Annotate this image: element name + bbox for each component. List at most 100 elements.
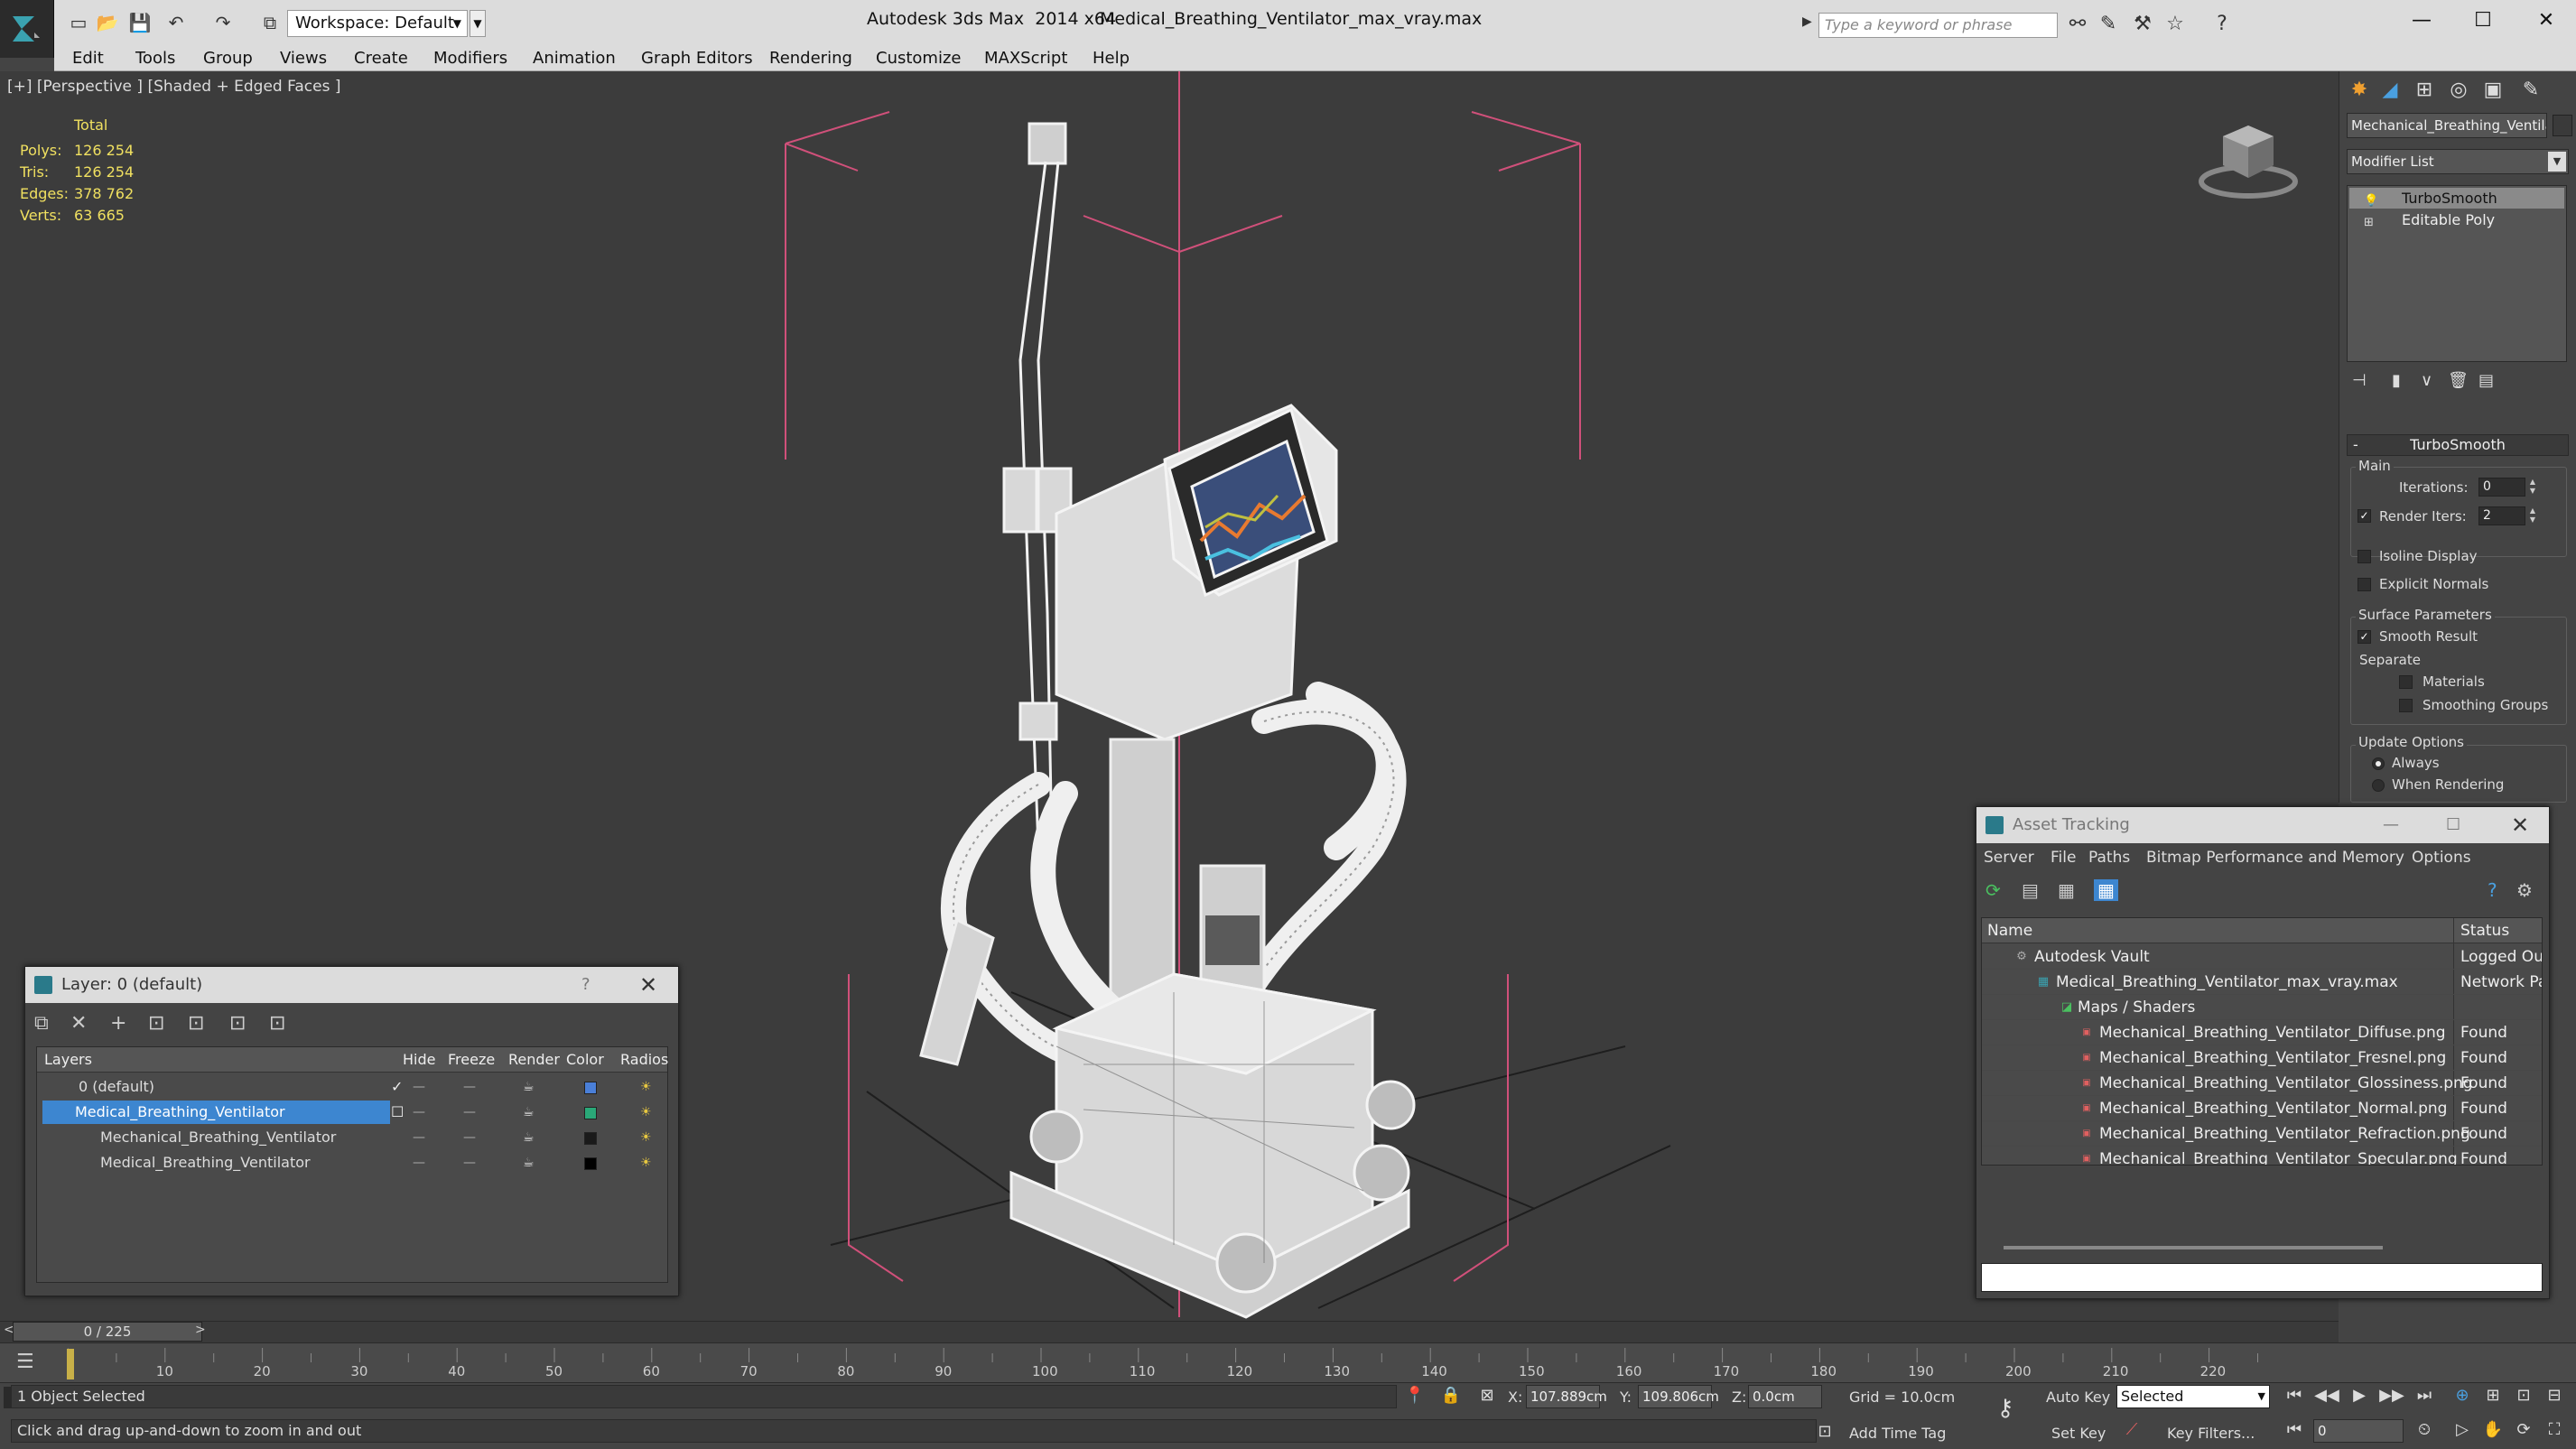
stack-item-editable-poly[interactable]: ⊞ Editable Poly — [2349, 209, 2564, 230]
maxscript-listener-icon[interactable] — [4, 1387, 11, 1408]
asset-table-scrollbar[interactable] — [2004, 1246, 2383, 1249]
set-key-icon[interactable]: ⚷ — [1992, 1396, 2019, 1421]
add-to-layer-icon[interactable]: + — [110, 1012, 126, 1035]
app-logo-button[interactable] — [0, 0, 54, 58]
col-freeze[interactable]: Freeze — [448, 1051, 495, 1068]
menu-edit[interactable]: Edit — [72, 49, 104, 68]
asset-row[interactable]: ▣ Mechanical_Breathing_Ventilator_Glossin… — [1982, 1071, 2542, 1096]
zoom-extents-icon[interactable]: ⊡ — [2510, 1383, 2537, 1408]
key-set-dropdown[interactable]: Selected ▼ — [2116, 1385, 2270, 1408]
hide-toggle[interactable]: — — [413, 1100, 425, 1125]
always-radio[interactable] — [2372, 757, 2385, 770]
isolate-selection-icon[interactable]: 📍 — [1401, 1383, 1428, 1408]
smoothing-groups-checkbox[interactable] — [2399, 699, 2413, 712]
menu-views[interactable]: Views — [280, 49, 327, 68]
create-tab-icon[interactable]: ✸ — [2345, 77, 2374, 104]
menu-server[interactable]: Server — [1984, 849, 2034, 867]
project-folder-icon[interactable]: ⧉ — [256, 11, 284, 34]
menu-group[interactable]: Group — [203, 49, 253, 68]
menu-rendering[interactable]: Rendering — [769, 49, 852, 68]
pan-view-icon[interactable]: ✋ — [2479, 1417, 2506, 1443]
menu-animation[interactable]: Animation — [533, 49, 616, 68]
menu-tools[interactable]: Tools — [135, 49, 175, 68]
menu-paths[interactable]: Paths — [2088, 849, 2130, 867]
layer-row-object-medical[interactable]: Medical_Breathing_Ventilator — — ☕ ☀ — [37, 1150, 667, 1175]
help-icon[interactable]: ? — [2210, 13, 2234, 36]
redo-icon[interactable]: ↷ — [209, 11, 237, 34]
make-unique-icon[interactable]: ∨ — [2421, 371, 2432, 390]
hide-unhide-all-icon[interactable]: ⊡ — [229, 1012, 246, 1035]
play-icon[interactable]: ▶ — [2346, 1383, 2373, 1408]
materials-checkbox[interactable] — [2399, 675, 2413, 689]
active-layer-check-icon[interactable]: ✓ — [391, 1074, 403, 1100]
col-render[interactable]: Render — [508, 1051, 560, 1068]
delete-layer-icon[interactable]: ✕ — [70, 1012, 87, 1035]
asset-row[interactable]: ▦ Medical_Breathing_Ventilator_max_vray.m… — [1982, 970, 2542, 995]
hide-toggle[interactable]: — — [413, 1125, 425, 1150]
next-frame-icon[interactable]: > — [195, 1323, 206, 1337]
freeze-toggle[interactable]: — — [463, 1125, 476, 1150]
undo-icon[interactable]: ↶ — [163, 11, 190, 34]
expand-plus-icon[interactable]: ⊞ — [2364, 212, 2375, 229]
layer-row-medical-breathing-ventilator[interactable]: Medical_Breathing_Ventilator ☐ — — ☕ ☀ — [37, 1100, 667, 1125]
render-teapot-icon[interactable]: ☕ — [523, 1125, 535, 1150]
menu-options[interactable]: Options — [2412, 849, 2471, 867]
search-input[interactable]: Type a keyword or phrase — [1818, 13, 2058, 38]
show-end-result-icon[interactable]: ▮ — [2392, 371, 2401, 390]
smooth-result-checkbox[interactable]: ✓ — [2357, 630, 2371, 644]
render-teapot-icon[interactable]: ☕ — [523, 1074, 535, 1100]
freeze-toggle[interactable]: — — [463, 1074, 476, 1100]
asset-row[interactable]: ▣ Mechanical_Breathing_Ventilator_Normal.… — [1982, 1096, 2542, 1121]
menu-graph-editors[interactable]: Graph Editors — [641, 49, 753, 68]
highlight-selected-icon[interactable]: ⊡ — [188, 1012, 204, 1035]
maximize-icon[interactable]: ☐ — [2446, 807, 2460, 843]
favorites-icon[interactable]: ☆ — [2163, 13, 2187, 36]
minimize-icon[interactable]: — — [2383, 807, 2399, 843]
radiosity-icon[interactable]: ☀ — [640, 1074, 652, 1100]
workspace-expand-icon[interactable]: ▼ — [470, 10, 486, 37]
object-color-swatch[interactable] — [2553, 115, 2572, 136]
asset-row[interactable]: ▣ Mechanical_Breathing_Ventilator_Refract… — [1982, 1121, 2542, 1147]
asset-row[interactable]: ⚙ Autodesk Vault Logged Out — [1982, 944, 2542, 970]
when-rendering-radio[interactable] — [2372, 779, 2385, 792]
layer-color-swatch[interactable] — [584, 1082, 597, 1094]
save-file-icon[interactable]: 💾 — [126, 11, 153, 34]
selection-lock-icon[interactable]: 🔒 — [1437, 1383, 1465, 1408]
time-slider[interactable]: 0 / 225 — [13, 1322, 202, 1342]
orbit-icon[interactable]: ⟳ — [2510, 1417, 2537, 1443]
turbosmooth-rollout-header[interactable]: - TurboSmooth — [2347, 434, 2569, 456]
vault-icon[interactable]: ⚙ — [2516, 879, 2533, 901]
col-layers[interactable]: Layers — [44, 1051, 92, 1068]
modifier-list-dropdown[interactable]: Modifier List ▼ — [2347, 149, 2569, 174]
close-button[interactable]: ✕ — [2528, 5, 2564, 36]
radiosity-icon[interactable]: ☀ — [640, 1100, 652, 1125]
asset-row[interactable]: ▣ Mechanical_Breathing_Ventilator_Specula… — [1982, 1147, 2542, 1165]
current-frame-field[interactable]: 0 — [2313, 1419, 2404, 1443]
freeze-toggle[interactable]: — — [463, 1100, 476, 1125]
col-name[interactable]: Name — [1987, 922, 2032, 940]
configure-sets-icon[interactable]: ▤ — [2478, 371, 2494, 390]
col-color[interactable]: Color — [566, 1051, 604, 1068]
refresh-icon[interactable]: ⟳ — [1985, 879, 2001, 901]
freeze-toggle[interactable]: — — [463, 1150, 476, 1175]
stack-item-turbosmooth[interactable]: 💡 TurboSmooth — [2349, 188, 2564, 209]
select-objects-icon[interactable]: ⊡ — [148, 1012, 164, 1035]
go-to-end-icon[interactable]: ⏭ — [2411, 1383, 2438, 1408]
layer-window-titlebar[interactable]: Layer: 0 (default) ? ✕ — [25, 967, 678, 1003]
object-name-field[interactable]: Mechanical_Breathing_Ventilator — [2347, 113, 2547, 138]
col-hide[interactable]: Hide — [403, 1051, 435, 1068]
next-frame-icon[interactable]: ▶▶ — [2378, 1383, 2405, 1408]
utilities-tab-icon[interactable]: ✎ — [2516, 77, 2545, 104]
asset-path-field[interactable] — [1981, 1263, 2543, 1292]
menu-help[interactable]: Help — [1093, 49, 1130, 68]
menu-modifiers[interactable]: Modifiers — [433, 49, 507, 68]
help-icon[interactable]: ? — [581, 967, 591, 1003]
close-icon[interactable]: ✕ — [639, 967, 657, 1003]
maximize-button[interactable]: ☐ — [2465, 5, 2501, 36]
isoline-checkbox[interactable] — [2357, 550, 2371, 563]
time-config-icon[interactable]: ⏲ — [2411, 1417, 2438, 1443]
render-iters-spinner-arrows[interactable]: ▲ ▼ — [2527, 506, 2538, 525]
auto-key-button[interactable]: Auto Key — [2046, 1389, 2110, 1406]
display-tab-icon[interactable]: ▣ — [2478, 77, 2507, 104]
binoculars-icon[interactable]: ⚯ — [2066, 13, 2089, 36]
